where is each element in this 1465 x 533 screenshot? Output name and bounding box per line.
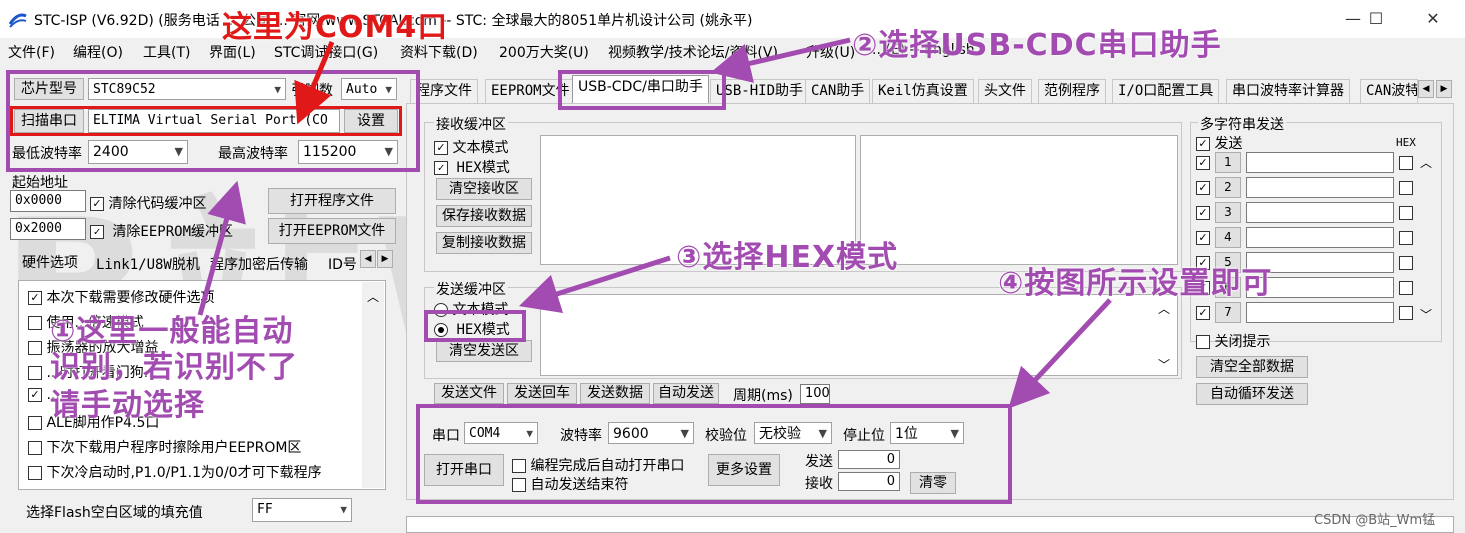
arrow-step1 — [197, 180, 246, 316]
annotation-step2: ②选择USB-CDC串口助手 — [852, 28, 1222, 63]
arrow-step4 — [1008, 298, 1112, 409]
annotation-com4: 这里为COM4口 — [222, 10, 449, 45]
arrow-com4 — [294, 41, 335, 125]
annotation-step4: ④按图所示设置即可 — [998, 266, 1273, 301]
arrow-step2 — [710, 37, 851, 83]
annotation-step3: ③选择HEX模式 — [676, 240, 899, 275]
arrow-step3 — [518, 255, 671, 313]
annotation-step1-line3: 请手动选择 — [50, 388, 205, 423]
credit-text: CSDN @B站_Wm锰 — [1314, 513, 1436, 528]
